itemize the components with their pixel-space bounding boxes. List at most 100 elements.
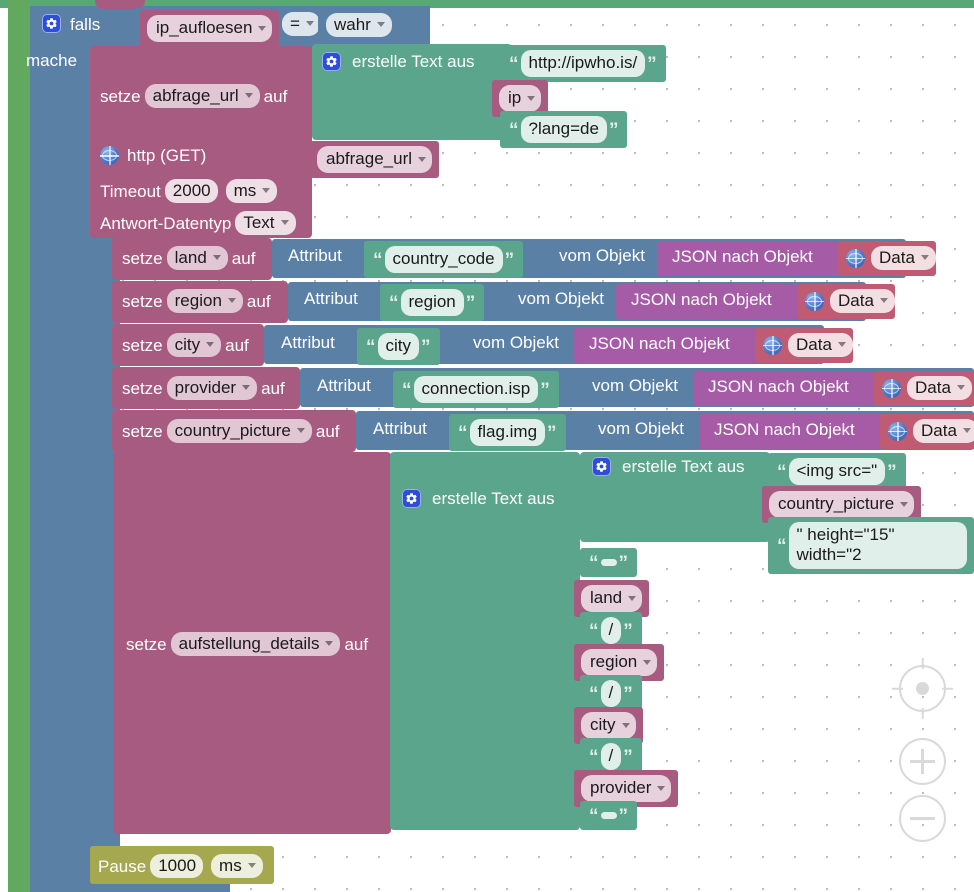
- variable-field-details[interactable]: aufstellung_details: [170, 632, 341, 656]
- globe-icon: [763, 335, 782, 355]
- chevron-down-icon[interactable]: [227, 298, 236, 303]
- chevron-down-icon[interactable]: [206, 342, 215, 347]
- http-url-variable-block[interactable]: abfrage_url: [310, 141, 440, 178]
- text-value[interactable]: <img src=": [788, 458, 886, 485]
- variable-field: region: [581, 649, 658, 676]
- http-get-label: http (GET): [127, 146, 207, 165]
- http-timeout-row: Timeout 2000 ms: [100, 179, 281, 203]
- chevron-down-icon[interactable]: [418, 156, 427, 162]
- text-literal-space-1[interactable]: “ ”: [580, 548, 637, 577]
- text-value[interactable]: http://ipwho.is/: [520, 50, 646, 77]
- chevron-down-icon[interactable]: [628, 595, 637, 601]
- pause-value-field[interactable]: 1000: [150, 854, 204, 878]
- variable-field-provider[interactable]: provider: [166, 376, 258, 400]
- pause-unit-dropdown[interactable]: ms: [211, 854, 263, 878]
- data-source-dropdown-provider[interactable]: Data: [907, 376, 972, 400]
- create-text-url-mutator[interactable]: [322, 52, 341, 71]
- gear-icon[interactable]: [322, 52, 341, 71]
- zoom-in-button[interactable]: [899, 738, 946, 785]
- chevron-down-icon[interactable]: [837, 342, 846, 347]
- if-block-mutator[interactable]: [42, 14, 61, 33]
- set-url-variable-field[interactable]: abfrage_url: [144, 84, 260, 108]
- chevron-down-icon[interactable]: [258, 25, 267, 31]
- blockly-workspace[interactable]: falls mache ip_aufloesen = wahr setze ab…: [0, 0, 974, 892]
- zoom-out-button[interactable]: [899, 795, 946, 842]
- globe-icon: [888, 421, 907, 441]
- variable-field-city[interactable]: city: [166, 333, 222, 357]
- boolean-dropdown[interactable]: wahr: [322, 13, 396, 37]
- chevron-down-icon[interactable]: [527, 95, 536, 101]
- data-source-value: Data: [838, 291, 874, 310]
- text-value[interactable]: flag.img: [469, 419, 546, 446]
- chevron-down-icon[interactable]: [643, 659, 652, 665]
- data-source-dropdown-region[interactable]: Data: [830, 289, 895, 313]
- zoom-center-button[interactable]: [892, 658, 953, 719]
- timeout-unit-dropdown[interactable]: ms: [225, 179, 278, 203]
- text-value[interactable]: [600, 559, 617, 566]
- create-text-inner-mutator[interactable]: [592, 457, 611, 476]
- quote-open-icon: “: [366, 337, 376, 358]
- text-value[interactable]: [600, 812, 617, 819]
- text-value[interactable]: country_code: [384, 246, 503, 273]
- attribute-name-text-land[interactable]: “ country_code ”: [364, 241, 524, 278]
- chevron-down-icon[interactable]: [956, 385, 965, 390]
- chevron-down-icon[interactable]: [920, 255, 929, 260]
- text-value[interactable]: /: [600, 743, 622, 770]
- data-source-dropdown-country-picture[interactable]: Data: [913, 419, 974, 443]
- create-text-url-label: erstelle Text aus: [352, 52, 475, 71]
- data-source-dropdown-land[interactable]: Data: [871, 246, 936, 270]
- chevron-down-icon[interactable]: [262, 188, 271, 193]
- set-keyword: setze: [100, 86, 141, 106]
- variable-name: country_picture: [174, 421, 291, 440]
- create-text-outer-mutator[interactable]: [402, 489, 421, 508]
- gear-icon[interactable]: [42, 14, 61, 33]
- chevron-down-icon[interactable]: [305, 21, 314, 26]
- text-value[interactable]: " height="15" width="2: [788, 522, 967, 569]
- text-literal-lang-param[interactable]: “ ?lang=de ”: [500, 111, 628, 148]
- minus-icon[interactable]: [899, 795, 946, 842]
- variable-name: city: [590, 715, 616, 734]
- condition-left-variable-block[interactable]: ip_aufloesen: [140, 10, 280, 47]
- response-type-dropdown[interactable]: Text: [235, 211, 296, 235]
- attribute-name-text-country-picture[interactable]: “ flag.img ”: [449, 414, 566, 451]
- chevron-down-icon[interactable]: [879, 298, 888, 303]
- text-value[interactable]: connection.isp: [413, 376, 539, 403]
- data-source-dropdown-city[interactable]: Data: [788, 333, 853, 357]
- text-value[interactable]: ?lang=de: [520, 116, 607, 143]
- text-literal-img-attrs[interactable]: “ " height="15" width="2: [768, 517, 974, 574]
- text-value[interactable]: /: [600, 680, 622, 707]
- attribute-name-text-city[interactable]: “ city ”: [357, 328, 440, 365]
- variable-field-country-picture[interactable]: country_picture: [166, 419, 312, 443]
- attribute-name-text-provider[interactable]: “ connection.isp ”: [393, 371, 559, 408]
- chevron-down-icon[interactable]: [296, 428, 305, 433]
- chevron-down-icon[interactable]: [621, 722, 630, 728]
- text-literal-img-open[interactable]: “ <img src=" ”: [768, 453, 906, 490]
- chevron-down-icon[interactable]: [376, 22, 385, 27]
- chevron-down-icon[interactable]: [247, 863, 256, 868]
- variable-field-land[interactable]: land: [166, 246, 228, 270]
- plus-icon[interactable]: [899, 738, 946, 785]
- response-type-label: Antwort-Datentyp: [100, 213, 232, 233]
- gear-icon[interactable]: [592, 457, 611, 476]
- timeout-value-field[interactable]: 2000: [164, 179, 218, 203]
- chevron-down-icon[interactable]: [280, 220, 289, 225]
- text-literal-space-2[interactable]: “ ”: [580, 801, 637, 830]
- chevron-down-icon[interactable]: [900, 501, 909, 507]
- chevron-down-icon[interactable]: [962, 428, 971, 433]
- text-value[interactable]: region: [400, 289, 464, 316]
- text-literal-url-base[interactable]: “ http://ipwho.is/ ”: [500, 45, 666, 82]
- chevron-down-icon[interactable]: [242, 385, 251, 390]
- attribute-name-text-region[interactable]: “ region ”: [380, 284, 485, 321]
- chevron-down-icon[interactable]: [212, 255, 221, 260]
- set-url-row: setze abfrage_url auf: [100, 84, 287, 108]
- chevron-down-icon[interactable]: [657, 785, 666, 791]
- text-value[interactable]: city: [377, 333, 419, 360]
- variable-field-region[interactable]: region: [166, 289, 243, 313]
- text-value[interactable]: /: [600, 617, 622, 644]
- gear-icon[interactable]: [402, 489, 421, 508]
- chevron-down-icon[interactable]: [244, 93, 253, 98]
- chevron-down-icon[interactable]: [325, 641, 334, 646]
- create-text-block-outer[interactable]: [390, 452, 580, 830]
- variable-name: city: [174, 335, 201, 354]
- zoom-center-icon[interactable]: [892, 658, 953, 719]
